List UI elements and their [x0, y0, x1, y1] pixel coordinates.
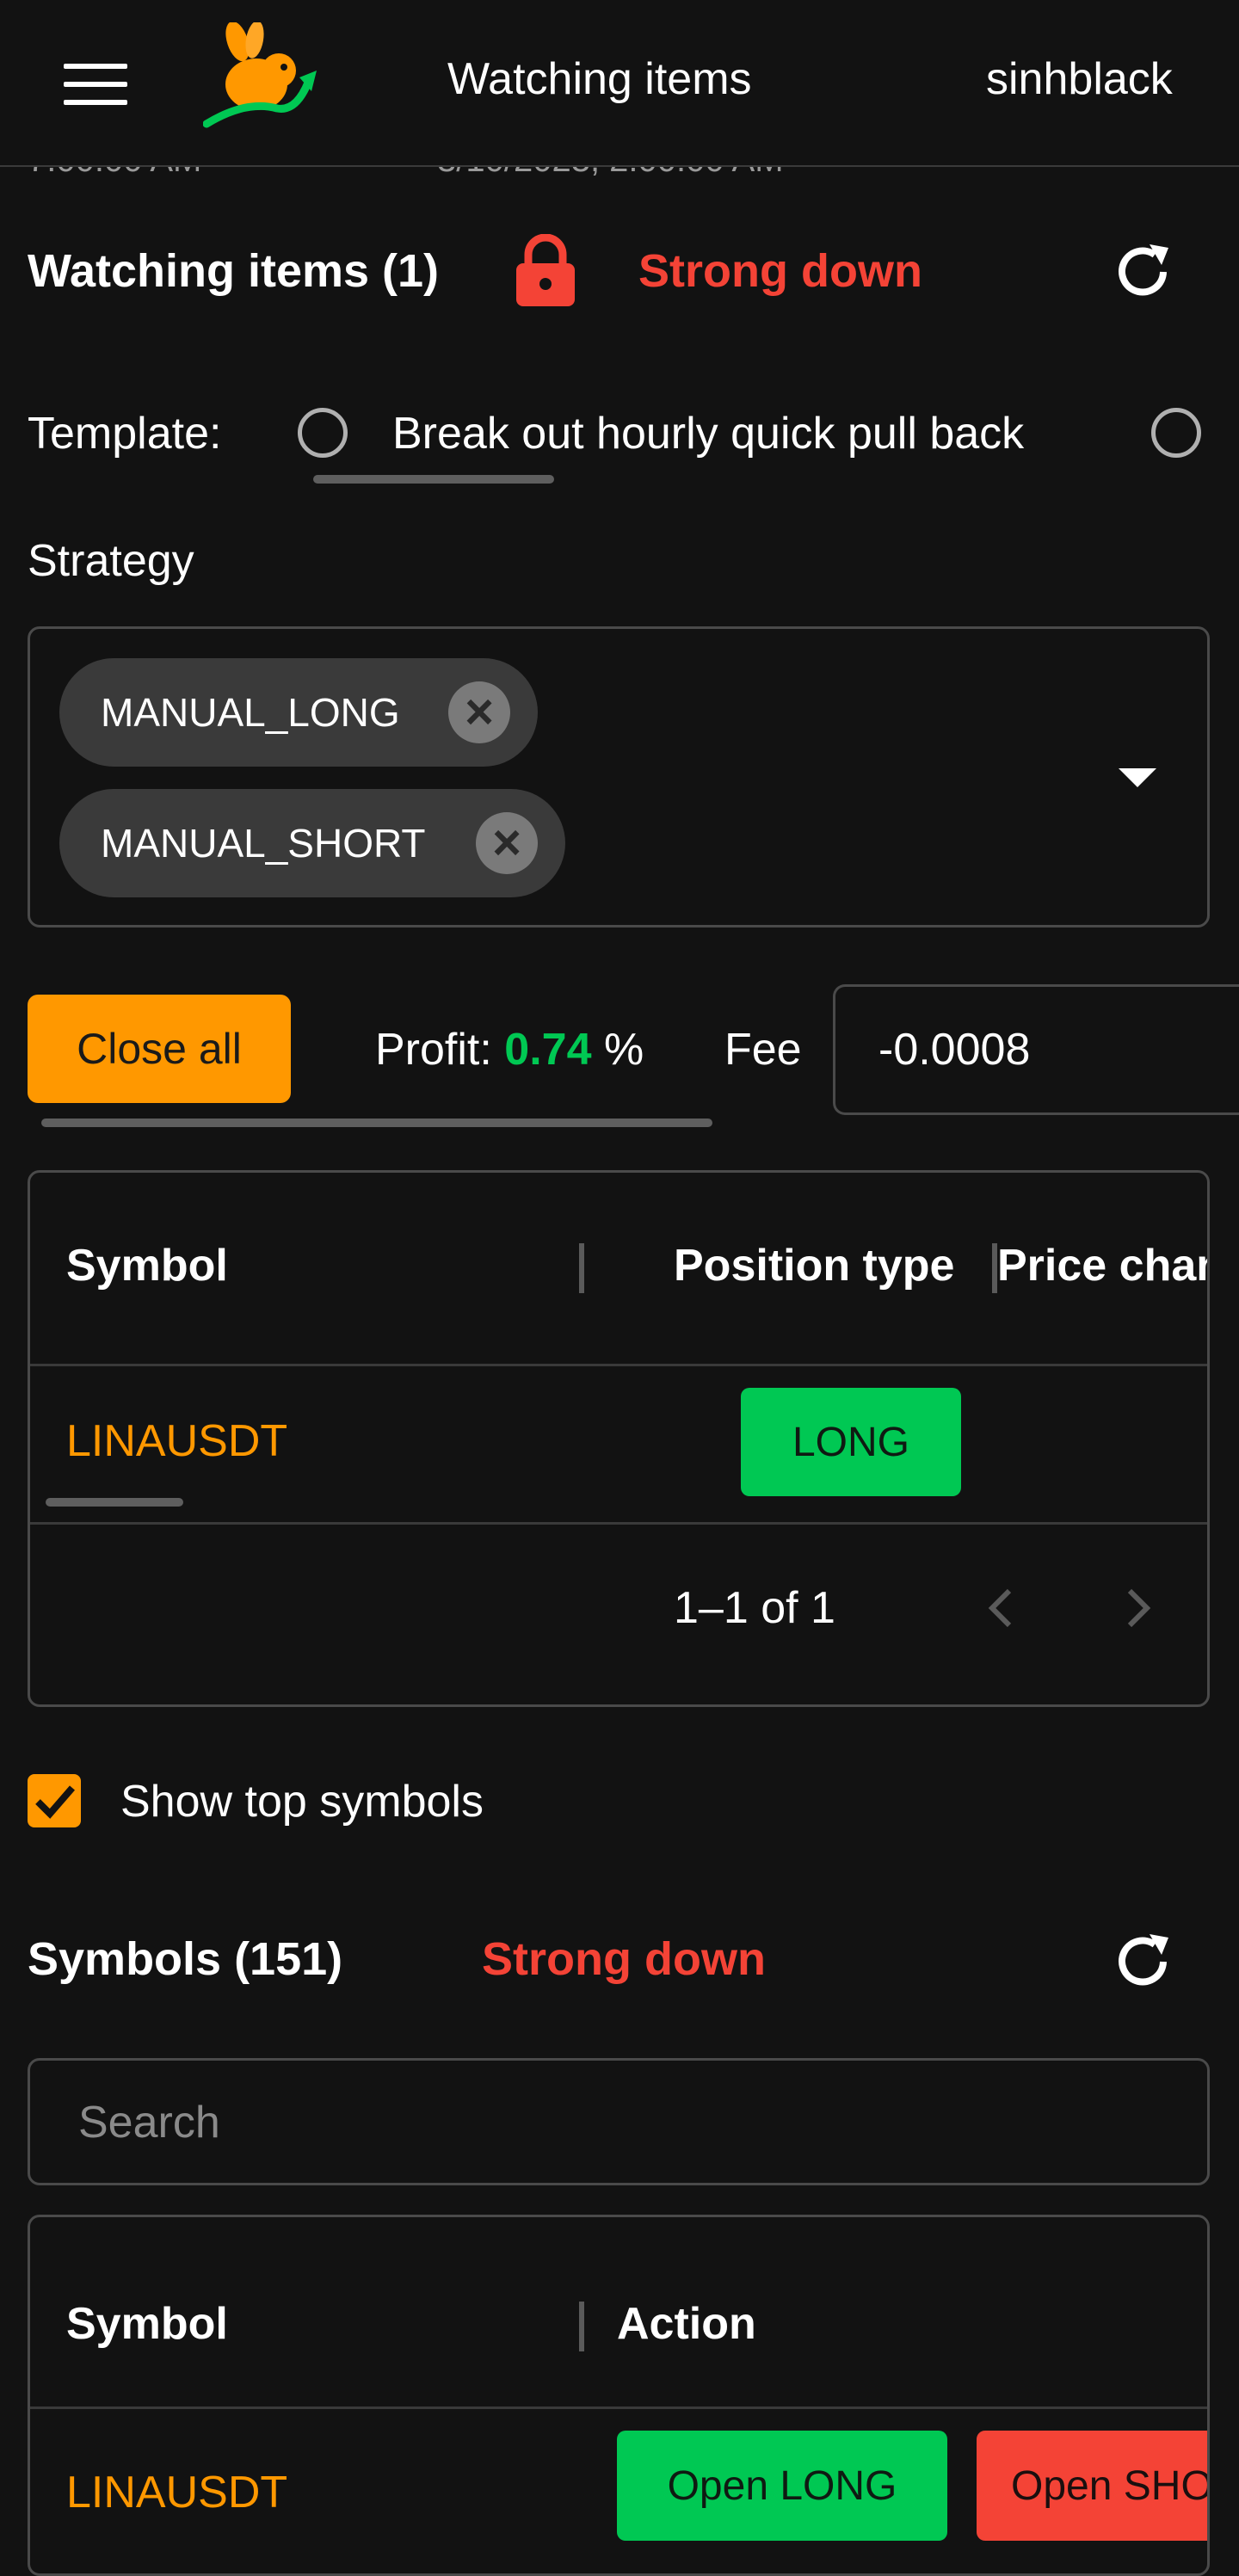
template-label: Template:: [28, 409, 222, 459]
strategy-chip-manual-short: MANUAL_SHORT ×: [59, 789, 565, 897]
username[interactable]: sinhblack: [986, 53, 1173, 105]
clipped-right-text: 3/10/2023, 2:00:00 AM: [437, 167, 784, 177]
lock-icon[interactable]: [515, 233, 576, 306]
profit-value: 0.74: [504, 1025, 592, 1075]
hamburger-menu-icon[interactable]: [64, 64, 127, 105]
row-scrollbar[interactable]: [46, 1498, 183, 1507]
rabbit-logo-icon[interactable]: [202, 21, 320, 136]
symbols-table: Symbol Action LINAUSDT Open LONG Open SH…: [28, 2215, 1210, 2576]
open-long-button[interactable]: Open LONG: [617, 2431, 947, 2541]
strategy-select[interactable]: MANUAL_LONG × MANUAL_SHORT ×: [28, 626, 1210, 927]
template-radio-2[interactable]: [1151, 408, 1201, 458]
trend-status: Strong down: [638, 245, 922, 297]
profit-unit: %: [603, 1025, 644, 1075]
refresh-icon[interactable]: [1112, 241, 1174, 303]
strategy-label: Strategy: [28, 536, 194, 586]
column-separator[interactable]: [579, 2302, 584, 2351]
divider: [30, 1522, 1207, 1525]
chip-remove-icon[interactable]: ×: [448, 681, 510, 743]
template-option-1[interactable]: Break out hourly quick pull back: [392, 408, 1024, 459]
column-header-action[interactable]: Action: [617, 2298, 756, 2350]
app-header: Watching items sinhblack: [0, 0, 1239, 167]
previous-page-icon[interactable]: [983, 1584, 1018, 1632]
watching-table: Symbol Position type Price change LINAUS…: [28, 1170, 1210, 1707]
chip-remove-icon[interactable]: ×: [476, 812, 538, 874]
toolbar-scrollbar[interactable]: [41, 1119, 712, 1127]
open-short-button[interactable]: Open SHORT: [977, 2431, 1207, 2541]
column-header-symbol[interactable]: Symbol: [66, 1240, 228, 1291]
show-top-symbols-checkbox[interactable]: [28, 1774, 81, 1827]
dropdown-caret-icon[interactable]: [1119, 768, 1156, 787]
chip-label: MANUAL_SHORT: [101, 821, 426, 866]
clipped-time-row: 7:00:00 AM 3/10/2023, 2:00:00 AM: [0, 167, 1239, 177]
clipped-left-text: 7:00:00 AM: [28, 167, 201, 177]
profit-display: Profit: 0.74 %: [375, 1024, 644, 1075]
symbols-title: Symbols (151): [28, 1933, 343, 1985]
position-type-badge: LONG: [741, 1388, 961, 1496]
column-separator[interactable]: [579, 1243, 584, 1293]
search-input[interactable]: [77, 2061, 1113, 2185]
divider: [30, 1364, 1207, 1366]
close-all-button[interactable]: Close all: [28, 995, 291, 1103]
page-title: Watching items: [447, 54, 752, 104]
divider: [30, 2407, 1207, 2409]
refresh-icon[interactable]: [1112, 1931, 1174, 1993]
watching-items-title: Watching items (1): [28, 245, 440, 297]
profit-label: Profit:: [375, 1025, 492, 1075]
show-top-symbols-label[interactable]: Show top symbols: [120, 1776, 484, 1827]
fee-label: Fee: [724, 1025, 802, 1075]
template-radio-1[interactable]: [298, 408, 348, 458]
column-header-symbol[interactable]: Symbol: [66, 2298, 228, 2350]
next-page-icon[interactable]: [1121, 1584, 1156, 1632]
fee-input[interactable]: -0.0008: [833, 984, 1239, 1115]
column-header-position-type[interactable]: Position type: [674, 1240, 954, 1291]
pagination-text: 1–1 of 1: [674, 1583, 835, 1633]
strategy-chip-manual-long: MANUAL_LONG ×: [59, 658, 538, 767]
symbols-trend-status: Strong down: [482, 1933, 766, 1985]
template-scrollbar[interactable]: [313, 475, 554, 484]
column-header-price-change[interactable]: Price change: [997, 1240, 1207, 1291]
search-box: [28, 2058, 1210, 2185]
symbol-link[interactable]: LINAUSDT: [66, 1415, 287, 1467]
symbol-link[interactable]: LINAUSDT: [66, 2467, 287, 2518]
chip-label: MANUAL_LONG: [101, 690, 400, 735]
